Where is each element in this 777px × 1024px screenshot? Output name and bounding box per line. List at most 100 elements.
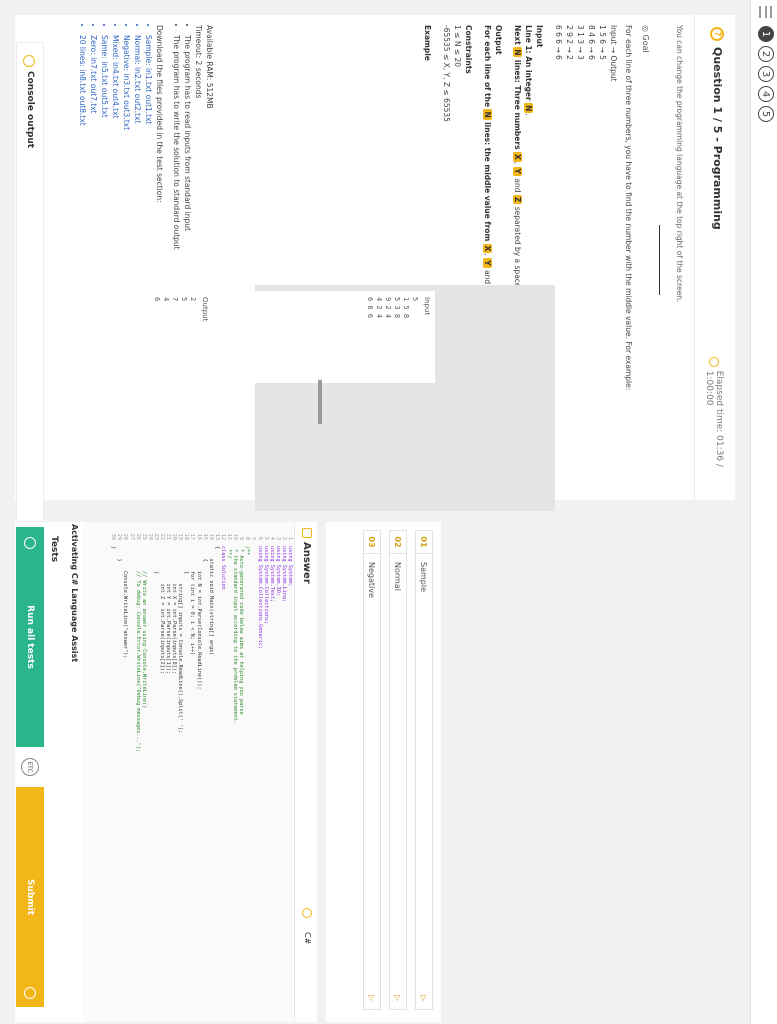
code-line: 26 // To debug: Console.Error.WriteLine(… (135, 522, 141, 1022)
test-row[interactable]: 01 Sample ▷ (415, 530, 433, 1010)
code-line: 1 using System; (287, 522, 293, 1022)
code-text: using System.Collections.Generic; (256, 546, 263, 650)
code-text: // Write an answer using Console.WriteLi… (140, 546, 147, 709)
code-text: int Y = int.Parse(inputs[1]); (165, 546, 172, 675)
reset-icon[interactable] (302, 908, 312, 918)
submit-button[interactable]: Submit (16, 787, 44, 1007)
file-link[interactable]: Mixed: in4.txt out4.txt (110, 35, 121, 485)
line-number: 8 (244, 536, 251, 540)
instruction: You can change the programming language … (675, 25, 684, 303)
answer-header: Answer C# (294, 522, 317, 1022)
question-footer: Available RAM: 512MB Timeout: 2 seconds … (77, 25, 215, 485)
test-row[interactable]: 02 Normal ▷ (389, 530, 407, 1010)
settings-icon[interactable]: ETC (21, 758, 39, 776)
code-line: 16 int N = int.Parse(Console.ReadLine())… (196, 522, 202, 1022)
code-text: { (183, 546, 190, 575)
code-text: **/ (226, 546, 233, 559)
code-line: 22 int Z = int.Parse(inputs[2]); (159, 522, 165, 1022)
line-number: 21 (165, 533, 172, 540)
answer-panel: Answer C# 1 using System; 2 using System.Li… (15, 522, 317, 1022)
question-header: ? Question 1 / 5 - Programming Elapsed t… (694, 15, 735, 500)
mini-example-line: 2 9 2 → 2 (565, 25, 574, 60)
code-icon (302, 528, 312, 538)
file-link[interactable]: Negative: in3.txt out3.txt (121, 35, 132, 485)
code-line: 24 (147, 522, 153, 1022)
test-row[interactable]: 03 Negative ▷ (363, 530, 381, 1010)
step-3[interactable]: 3 (758, 66, 774, 82)
code-line: 2 using System.Linq; (281, 522, 287, 1022)
file-link[interactable]: Normal: in2.txt out2.txt (132, 35, 143, 485)
line-number: 17 (189, 533, 196, 540)
file-link[interactable]: Zero: in7.txt out7.txt (88, 35, 99, 485)
scrollbar[interactable] (318, 380, 322, 424)
play-test-icon[interactable]: ▷ (368, 995, 377, 1009)
line-number: 9 (238, 536, 245, 540)
code-line: 20 int X = int.Parse(inputs[0]); (171, 522, 177, 1022)
line-number: 24 (146, 533, 153, 540)
code-line: 12 class Solution (220, 522, 226, 1022)
step-2[interactable]: 2 (758, 46, 774, 62)
code-text: using System.Linq; (280, 546, 287, 603)
code-text: using System.Text; (268, 546, 275, 603)
ide-screen: 1 2 3 4 5 ? Question 1 / 5 - Programming… (0, 0, 777, 1024)
elapsed-text: Elapsed time: 01:36 / 1:00:00 (704, 370, 724, 468)
console-output-bar[interactable]: Console output (16, 42, 44, 522)
step-5[interactable]: 5 (758, 106, 774, 122)
line-number: 18 (183, 533, 190, 540)
test-number: 03 (364, 531, 380, 554)
tests-list: 01 Sample ▷ 02 Normal ▷ 03 Negative ▷ (326, 522, 441, 1022)
code-line: 6 using System.Collections.Generic; (256, 522, 263, 1022)
mini-example-line: 3 1 3 → 3 (576, 25, 585, 60)
line-number: 28 (122, 533, 129, 540)
line-number: 7 (250, 536, 257, 540)
divider (659, 225, 660, 295)
goal-label: ◎ Goal (641, 25, 650, 53)
clock-icon (709, 357, 719, 367)
code-text: string[] inputs = Console.ReadLine().Spl… (177, 546, 184, 734)
code-line: 19 string[] inputs = Console.ReadLine().… (177, 522, 183, 1022)
line-number: 16 (195, 533, 202, 540)
step-4[interactable]: 4 (758, 86, 774, 102)
code-line: 28 Console.WriteLine("answer"); (122, 522, 128, 1022)
download-text: Download the files provided in the test … (155, 25, 164, 203)
code-text: * Auto-generated code below aims at help… (238, 546, 245, 715)
example-input: Input 51 5 85 3 89 2 44 2 46 6 6 (235, 291, 435, 383)
test-label: Sample (419, 562, 429, 592)
play-icon (24, 537, 36, 549)
mini-examples: 1 5 6 → 58 4 6 → 63 1 3 → 32 9 2 → 26 6 … (553, 25, 608, 485)
play-test-icon[interactable]: ▷ (420, 995, 429, 1009)
code-line: 10 * the standard input according to the… (232, 522, 238, 1022)
line-number: 3 (274, 536, 281, 540)
step-1[interactable]: 1 (758, 26, 774, 42)
mini-example-line: 1 5 6 → 5 (598, 25, 607, 60)
mini-example-line: 8 4 6 → 6 (587, 25, 596, 60)
file-link[interactable]: 20 lines: in8.txt out8.txt (77, 35, 88, 485)
code-line: 13 { (214, 522, 220, 1022)
code-line: 4 using System.Text; (269, 522, 275, 1022)
code-line: 8 /** (244, 522, 250, 1022)
line-number: 2 (280, 536, 287, 540)
run-all-tests-button[interactable]: Run all tests (16, 527, 44, 747)
example-input-line: 4 2 4 (375, 297, 383, 319)
file-link[interactable]: Same: in5.txt out5.txt (99, 35, 110, 485)
line-number: 25 (140, 533, 147, 540)
line-number: 30 (110, 533, 117, 540)
question-steps: 1 2 3 4 5 (758, 26, 774, 122)
top-bar: 1 2 3 4 5 (750, 0, 777, 1024)
question-icon: ? (710, 27, 724, 41)
question-panel: ? Question 1 / 5 - Programming Elapsed t… (15, 15, 735, 511)
code-editor[interactable]: 1 using System; 2 using System.Linq; 3 using … (83, 522, 293, 1022)
language-select[interactable]: C# (303, 932, 312, 944)
example-input-line: 6 6 6 (366, 297, 374, 319)
play-test-icon[interactable]: ▷ (394, 995, 403, 1009)
code-text: } (116, 546, 123, 562)
line-number: 14 (207, 533, 214, 540)
menu-icon[interactable] (759, 6, 772, 18)
code-text: * the standard input according to the pr… (232, 546, 239, 725)
line-number: 12 (219, 533, 226, 540)
line-number: 13 (213, 533, 220, 540)
line-number: 23 (152, 533, 159, 540)
file-link[interactable]: Sample: in1.txt out1.txt (143, 35, 154, 485)
code-line: 25 // Write an answer using Console.Writ… (141, 522, 147, 1022)
line-number: 22 (159, 533, 166, 540)
